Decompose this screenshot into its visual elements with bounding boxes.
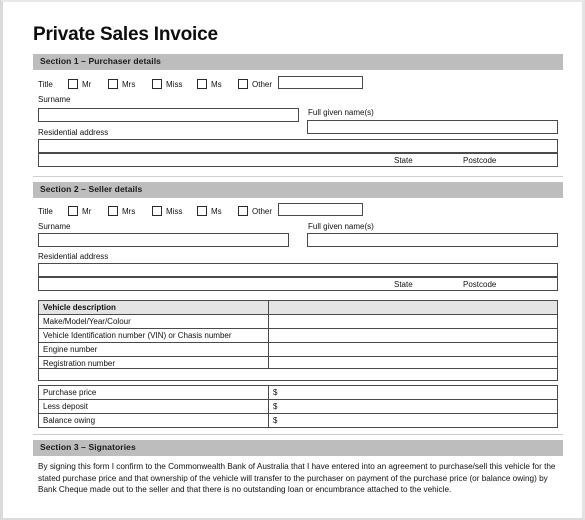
table-row: Make/Model/Year/Colour xyxy=(38,314,558,329)
document-page: Private Sales Invoice Section 1 – Purcha… xyxy=(0,0,585,520)
section-header-purchaser: Section 1 – Purchaser details xyxy=(33,54,563,70)
seller-given-label: Full given name(s) xyxy=(308,222,374,231)
vehicle-table-body: Vehicle description Make/Model/Year/Colo… xyxy=(38,300,558,371)
table-row: Purchase price $ xyxy=(38,385,558,400)
vehicle-make-label: Make/Model/Year/Colour xyxy=(38,314,269,329)
signatories-declaration-text: By signing this form I confirm to the Co… xyxy=(38,462,556,495)
purchaser-title-miss-checkbox[interactable] xyxy=(152,79,162,89)
purchaser-title-mr-checkbox[interactable] xyxy=(68,79,78,89)
table-row: Balance owing $ xyxy=(38,413,558,428)
purchaser-given-label: Full given name(s) xyxy=(308,108,374,117)
vehicle-description-header-label: Vehicle description xyxy=(38,300,269,315)
purchaser-state-label: State xyxy=(394,156,413,165)
purchaser-title-other-checkbox[interactable] xyxy=(238,79,248,89)
purchase-price-label: Purchase price xyxy=(38,385,269,400)
price-table-body: Purchase price $ Less deposit $ Balance … xyxy=(38,385,558,428)
seller-title-miss-label: Miss xyxy=(166,207,183,216)
purchaser-title-miss-label: Miss xyxy=(166,80,183,89)
purchaser-title-ms-label: Ms xyxy=(211,80,222,89)
purchaser-address-input[interactable] xyxy=(38,139,558,153)
table-row: Less deposit $ xyxy=(38,399,558,414)
purchaser-title-other-input[interactable] xyxy=(278,76,363,89)
vehicle-vin-label: Vehicle Identification number (VIN) or C… xyxy=(38,328,269,343)
seller-title-ms-checkbox[interactable] xyxy=(197,206,207,216)
vehicle-engine-value[interactable] xyxy=(268,342,558,357)
seller-title-mr-label: Mr xyxy=(82,207,92,216)
purchaser-surname-label: Surname xyxy=(38,95,71,104)
seller-title-other-checkbox[interactable] xyxy=(238,206,248,216)
page-content: Private Sales Invoice Section 1 – Purcha… xyxy=(8,4,577,516)
purchaser-title-label: Title xyxy=(38,80,53,89)
table-row-header: Vehicle description xyxy=(38,300,558,315)
seller-given-input[interactable] xyxy=(307,233,558,247)
seller-title-other-label: Other xyxy=(252,207,273,216)
purchaser-title-mrs-label: Mrs xyxy=(122,80,136,89)
seller-address-input[interactable] xyxy=(38,263,558,277)
seller-title-mrs-label: Mrs xyxy=(122,207,136,216)
vehicle-vin-value[interactable] xyxy=(268,328,558,343)
purchase-price-value[interactable]: $ xyxy=(268,385,558,400)
page-title: Private Sales Invoice xyxy=(33,24,218,45)
less-deposit-label: Less deposit xyxy=(38,399,269,414)
seller-title-miss-checkbox[interactable] xyxy=(152,206,162,216)
less-deposit-value[interactable]: $ xyxy=(268,399,558,414)
section-header-purchaser-label: Section 1 – Purchaser details xyxy=(40,56,162,66)
vehicle-description-header-value xyxy=(268,300,558,315)
section-divider-1 xyxy=(33,176,563,177)
seller-title-label: Title xyxy=(38,207,53,216)
section-divider-2 xyxy=(33,434,563,435)
purchaser-title-other-label: Other xyxy=(252,80,273,89)
vehicle-make-value[interactable] xyxy=(268,314,558,329)
balance-owing-value[interactable]: $ xyxy=(268,413,558,428)
section-header-signatories: Section 3 – Signatories xyxy=(33,440,563,456)
seller-title-mrs-checkbox[interactable] xyxy=(108,206,118,216)
vehicle-description-table: Vehicle description Make/Model/Year/Colo… xyxy=(38,300,558,371)
section-header-seller: Section 2 – Seller details xyxy=(33,182,563,198)
seller-postcode-label: Postcode xyxy=(463,280,497,289)
balance-owing-label: Balance owing xyxy=(38,413,269,428)
section-header-signatories-label: Section 3 – Signatories xyxy=(40,442,136,452)
seller-title-mr-checkbox[interactable] xyxy=(68,206,78,216)
purchaser-address-label: Residential address xyxy=(38,128,109,137)
seller-title-ms-label: Ms xyxy=(211,207,222,216)
purchaser-title-mr-label: Mr xyxy=(82,80,92,89)
vehicle-table-spacer-row xyxy=(38,368,558,381)
seller-surname-input[interactable] xyxy=(38,233,289,247)
vehicle-engine-label: Engine number xyxy=(38,342,269,357)
section-header-seller-label: Section 2 – Seller details xyxy=(40,184,143,194)
seller-title-other-input[interactable] xyxy=(278,203,363,216)
purchaser-postcode-label: Postcode xyxy=(463,156,497,165)
purchaser-surname-input[interactable] xyxy=(38,108,299,122)
seller-state-label: State xyxy=(394,280,413,289)
purchaser-title-ms-checkbox[interactable] xyxy=(197,79,207,89)
purchaser-title-mrs-checkbox[interactable] xyxy=(108,79,118,89)
price-table: Purchase price $ Less deposit $ Balance … xyxy=(38,385,558,428)
purchaser-given-input[interactable] xyxy=(307,120,558,134)
seller-address-label: Residential address xyxy=(38,252,109,261)
table-row: Vehicle Identification number (VIN) or C… xyxy=(38,328,558,343)
seller-surname-label: Surname xyxy=(38,222,71,231)
table-row: Engine number xyxy=(38,342,558,357)
